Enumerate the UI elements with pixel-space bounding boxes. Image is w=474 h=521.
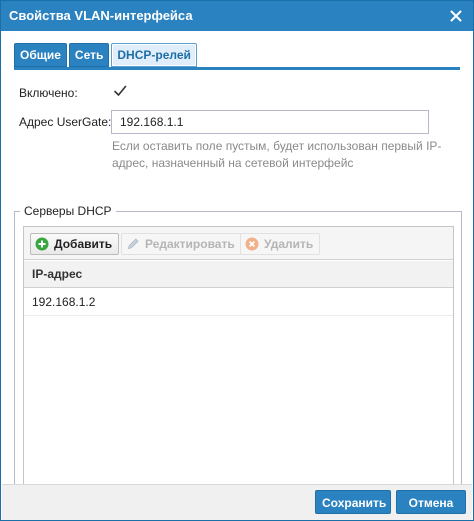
column-header-ip[interactable]: IP-адрес bbox=[24, 261, 453, 288]
tab-general[interactable]: Общие bbox=[14, 43, 67, 67]
edit-button-label: Редактировать bbox=[145, 237, 235, 251]
pencil-icon bbox=[127, 238, 139, 250]
tab-bar: Общие Сеть DHCP-релей bbox=[14, 43, 197, 67]
table-row[interactable]: 192.168.1.2 bbox=[24, 289, 453, 316]
delete-button[interactable]: Удалить bbox=[240, 233, 321, 255]
tab-network[interactable]: Сеть bbox=[68, 43, 110, 67]
edit-button[interactable]: Редактировать bbox=[121, 233, 242, 255]
enabled-checkbox[interactable] bbox=[112, 83, 128, 99]
x-circle-icon bbox=[245, 237, 259, 251]
cancel-button[interactable]: Отмена bbox=[396, 490, 466, 514]
save-button[interactable]: Сохранить bbox=[315, 490, 391, 514]
delete-button-label: Удалить bbox=[264, 237, 314, 251]
add-button[interactable]: Добавить bbox=[30, 233, 120, 255]
dhcp-servers-legend: Серверы DHCP bbox=[20, 204, 116, 218]
address-hint-line1: Если оставить поле пустым, будет использ… bbox=[112, 139, 442, 153]
dhcp-servers-grid: Добавить Редактировать Удалить IP-адрес … bbox=[23, 226, 454, 489]
dialog-window: Свойства VLAN-интерфейса Общие Сеть DHCP… bbox=[0, 0, 474, 521]
add-button-label: Добавить bbox=[54, 237, 113, 251]
close-icon[interactable] bbox=[447, 7, 465, 25]
checkmark-icon bbox=[114, 85, 127, 96]
address-hint: Если оставить поле пустым, будет использ… bbox=[112, 138, 442, 172]
tab-strip-divider bbox=[14, 67, 460, 70]
window-title: Свойства VLAN-интерфейса bbox=[9, 8, 193, 23]
plus-circle-icon bbox=[35, 237, 49, 251]
title-bar: Свойства VLAN-интерфейса bbox=[1, 1, 473, 31]
dialog-body: Общие Сеть DHCP-релей Включено: Адрес Us… bbox=[2, 31, 472, 496]
usergate-address-input[interactable] bbox=[111, 110, 429, 134]
address-label: Адрес UserGate: bbox=[19, 115, 112, 129]
tab-dhcp-relay[interactable]: DHCP-релей bbox=[111, 43, 197, 67]
dialog-footer: Сохранить Отмена bbox=[2, 484, 472, 520]
grid-toolbar: Добавить Редактировать Удалить bbox=[24, 227, 453, 260]
address-hint-line2: адрес, назначенный на сетевой интерфейс bbox=[112, 156, 354, 170]
enabled-label: Включено: bbox=[19, 86, 78, 100]
